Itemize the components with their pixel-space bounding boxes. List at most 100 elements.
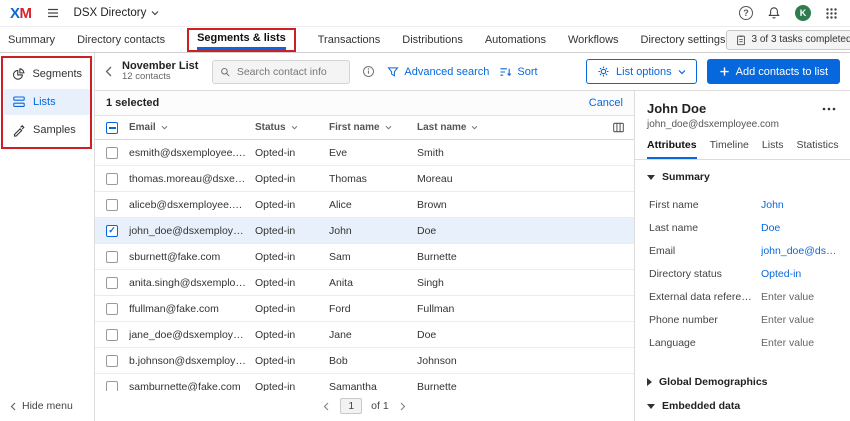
xm-logo[interactable]: XM bbox=[10, 5, 32, 22]
cell-status: Opted-in bbox=[255, 173, 329, 185]
detail-header: John Doe john_doe@dsxemployee.com bbox=[635, 91, 850, 130]
table-row[interactable]: samburnette@fake.com Opted-in Samantha B… bbox=[95, 374, 634, 391]
table-row-selected[interactable]: john_doe@dsxemployee.... Opted-in John D… bbox=[95, 218, 634, 244]
apps-grid-icon[interactable] bbox=[823, 5, 840, 22]
sidebar-item-label: Samples bbox=[33, 124, 76, 136]
segments-icon bbox=[12, 67, 25, 81]
hamburger-icon[interactable] bbox=[44, 4, 62, 22]
section-embedded-data[interactable]: Embedded data bbox=[647, 400, 838, 412]
column-header-last-name[interactable]: Last name bbox=[417, 122, 602, 133]
sidebar-item-segments[interactable]: Segments bbox=[4, 61, 90, 87]
advanced-search-link[interactable]: Advanced search bbox=[387, 66, 489, 78]
nav-tabs: Summary Directory contacts Segments & li… bbox=[8, 27, 726, 52]
section-summary[interactable]: Summary bbox=[647, 171, 838, 183]
cell-email: ffullman@fake.com bbox=[129, 303, 255, 315]
chevron-down-icon bbox=[161, 125, 168, 130]
sidebar-item-lists[interactable]: Lists bbox=[4, 89, 90, 115]
table-row[interactable]: esmith@dsxemployee.com Opted-in Eve Smit… bbox=[95, 140, 634, 166]
hide-menu-button[interactable]: Hide menu bbox=[0, 391, 94, 421]
cell-last-name: Johnson bbox=[417, 355, 634, 367]
chevron-down-icon bbox=[385, 125, 392, 130]
table-row[interactable]: jane_doe@dsxemployee.... Opted-in Jane D… bbox=[95, 322, 634, 348]
row-checkbox[interactable] bbox=[106, 251, 118, 263]
cancel-selection-link[interactable]: Cancel bbox=[589, 97, 623, 109]
table-row[interactable]: anita.singh@dsxemployee... Opted-in Anit… bbox=[95, 270, 634, 296]
back-chevron-icon[interactable] bbox=[105, 66, 112, 77]
cell-email: thomas.moreau@dsxempl... bbox=[129, 173, 255, 185]
tab-segments-lists[interactable]: Segments & lists bbox=[197, 32, 286, 50]
search-input[interactable] bbox=[237, 66, 343, 78]
row-checkbox[interactable] bbox=[106, 147, 118, 159]
section-global-demographics[interactable]: Global Demographics bbox=[647, 376, 838, 388]
sidebar: Segments Lists Samples Hide menu bbox=[0, 53, 95, 421]
cell-email: sburnett@fake.com bbox=[129, 251, 255, 263]
cell-last-name: Brown bbox=[417, 199, 634, 211]
detail-tab-attributes[interactable]: Attributes bbox=[647, 139, 697, 159]
row-checkbox[interactable] bbox=[106, 277, 118, 289]
sidebar-item-samples[interactable]: Samples bbox=[4, 117, 90, 143]
detail-tab-lists[interactable]: Lists bbox=[762, 139, 784, 159]
sort-link[interactable]: Sort bbox=[499, 66, 537, 78]
add-contacts-button[interactable]: Add contacts to list bbox=[707, 59, 840, 84]
row-checkbox[interactable] bbox=[106, 381, 118, 392]
collapse-triangle-icon bbox=[647, 175, 655, 180]
table-row[interactable]: b.johnson@dsxemployee.... Opted-in Bob J… bbox=[95, 348, 634, 374]
tab-summary[interactable]: Summary bbox=[8, 34, 55, 46]
tab-distributions[interactable]: Distributions bbox=[402, 34, 463, 46]
prev-page-icon[interactable] bbox=[321, 400, 331, 413]
content-split: 1 selected Cancel Email Status First nam… bbox=[95, 91, 850, 421]
column-header-email[interactable]: Email bbox=[129, 122, 255, 133]
row-checkbox[interactable] bbox=[106, 355, 118, 367]
column-header-status[interactable]: Status bbox=[255, 122, 329, 133]
topbar-left: XM DSX Directory bbox=[10, 4, 159, 22]
plus-icon bbox=[719, 66, 730, 77]
row-checkbox[interactable] bbox=[106, 329, 118, 341]
cell-last-name: Smith bbox=[417, 147, 634, 159]
tab-directory-contacts[interactable]: Directory contacts bbox=[77, 34, 165, 46]
cell-status: Opted-in bbox=[255, 303, 329, 315]
tasks-completed-badge[interactable]: 3 of 3 tasks completed bbox=[726, 30, 850, 50]
row-checkbox-checked[interactable] bbox=[106, 225, 118, 237]
table-row[interactable]: ffullman@fake.com Opted-in Ford Fullman bbox=[95, 296, 634, 322]
sidebar-item-label: Lists bbox=[33, 96, 56, 108]
tab-transactions[interactable]: Transactions bbox=[318, 34, 381, 46]
row-checkbox[interactable] bbox=[106, 303, 118, 315]
next-page-icon[interactable] bbox=[398, 400, 408, 413]
info-icon[interactable] bbox=[360, 63, 377, 80]
cell-status: Opted-in bbox=[255, 355, 329, 367]
cell-status: Opted-in bbox=[255, 277, 329, 289]
list-options-button[interactable]: List options bbox=[586, 59, 697, 84]
section-global-demographics-label: Global Demographics bbox=[659, 376, 768, 388]
column-settings-icon[interactable] bbox=[602, 121, 634, 134]
table-row[interactable]: thomas.moreau@dsxempl... Opted-in Thomas… bbox=[95, 166, 634, 192]
cell-status: Opted-in bbox=[255, 251, 329, 263]
main-area: November List 12 contacts Advanced searc… bbox=[95, 53, 850, 421]
row-checkbox[interactable] bbox=[106, 199, 118, 211]
table-row[interactable]: aliceb@dsxemployee.com Opted-in Alice Br… bbox=[95, 192, 634, 218]
detail-tab-statistics[interactable]: Statistics bbox=[796, 139, 838, 159]
gear-icon bbox=[597, 65, 610, 78]
tab-directory-settings[interactable]: Directory settings bbox=[641, 34, 726, 46]
field-phone-number: Phone number Enter value bbox=[649, 308, 838, 331]
select-all-checkbox[interactable] bbox=[106, 122, 118, 134]
tab-automations[interactable]: Automations bbox=[485, 34, 546, 46]
help-icon[interactable]: ? bbox=[739, 6, 753, 20]
column-header-first-name[interactable]: First name bbox=[329, 122, 417, 133]
more-options-icon[interactable] bbox=[820, 105, 838, 113]
directory-selector[interactable]: DSX Directory bbox=[74, 7, 160, 19]
detail-tabs: Attributes Timeline Lists Statistics bbox=[635, 130, 850, 160]
contacts-table: 1 selected Cancel Email Status First nam… bbox=[95, 91, 634, 421]
tab-workflows[interactable]: Workflows bbox=[568, 34, 619, 46]
cell-last-name: Fullman bbox=[417, 303, 634, 315]
row-checkbox[interactable] bbox=[106, 173, 118, 185]
table-row[interactable]: sburnett@fake.com Opted-in Sam Burnette bbox=[95, 244, 634, 270]
page-number[interactable]: 1 bbox=[340, 398, 362, 414]
tasks-clipboard-icon bbox=[735, 34, 747, 46]
user-avatar[interactable]: K bbox=[795, 5, 811, 21]
cell-first-name: Anita bbox=[329, 277, 417, 289]
detail-tab-timeline[interactable]: Timeline bbox=[710, 139, 749, 159]
notifications-bell-icon[interactable] bbox=[765, 4, 783, 22]
contact-search-box[interactable] bbox=[212, 60, 350, 84]
cell-email: samburnette@fake.com bbox=[129, 381, 255, 392]
section-embedded-data-label: Embedded data bbox=[662, 400, 740, 412]
